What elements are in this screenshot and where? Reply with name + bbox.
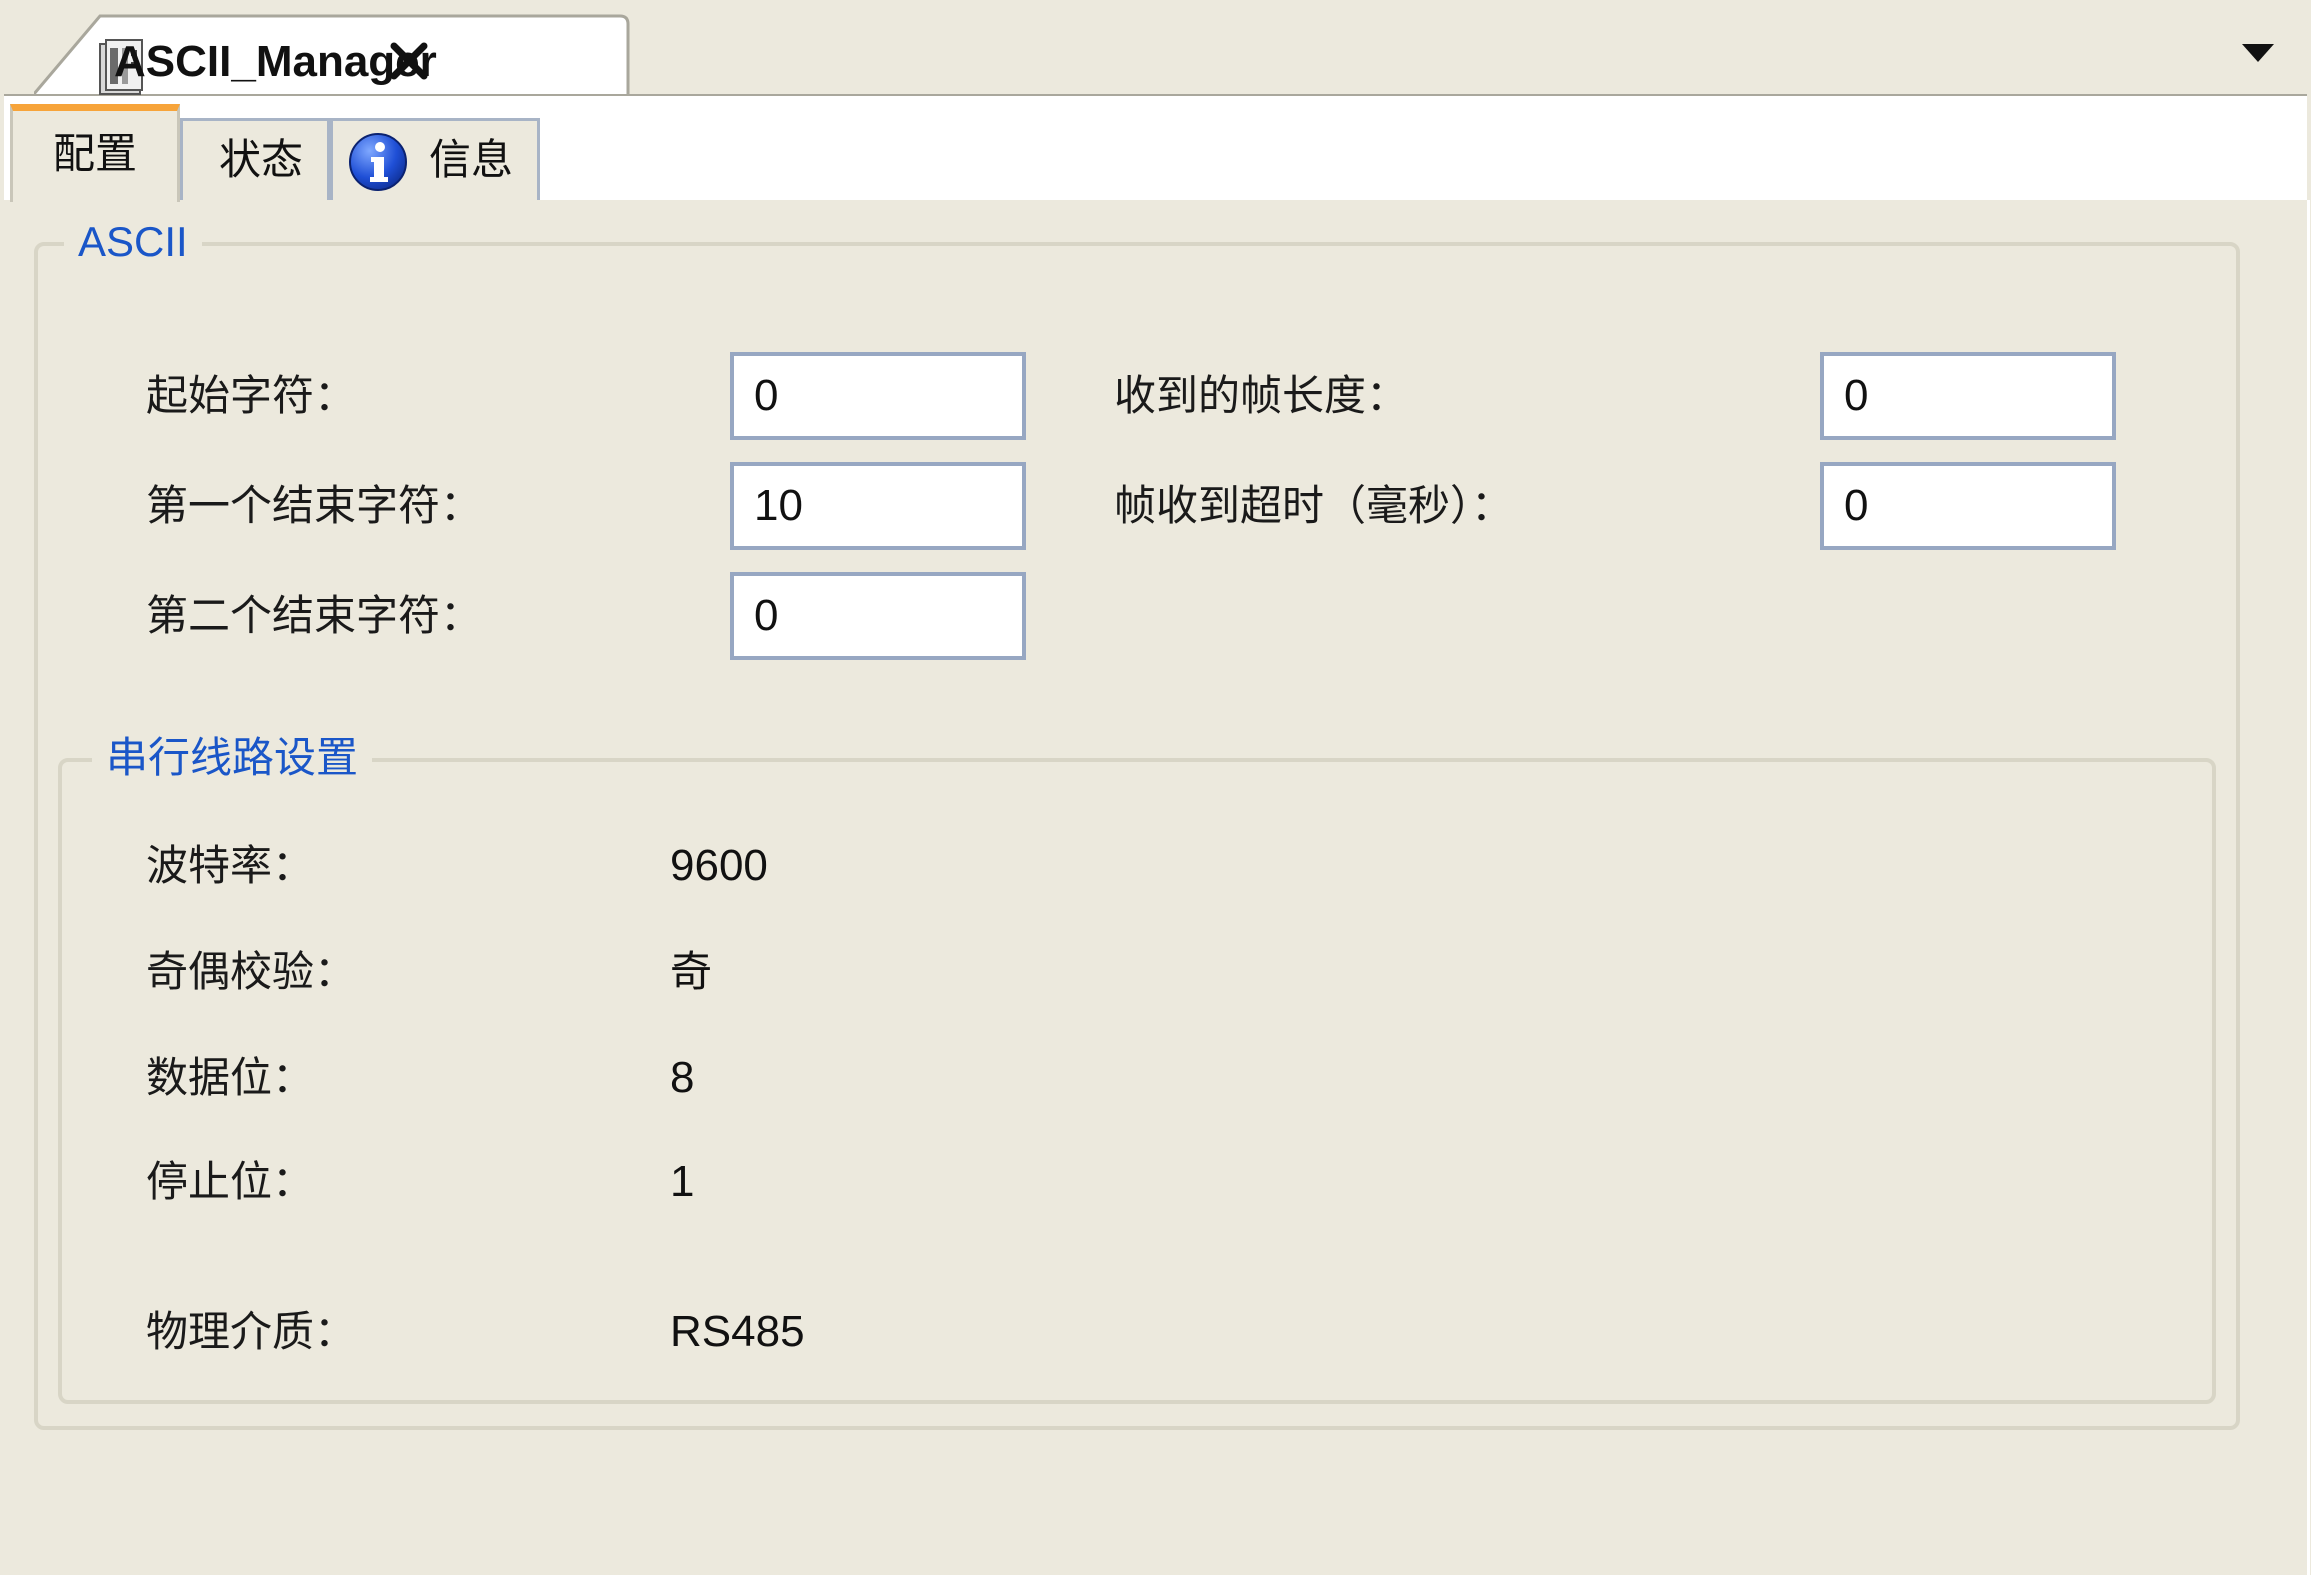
first-end-char-input[interactable] — [730, 462, 1026, 550]
data-bits-label: 数据位： — [146, 1053, 315, 1102]
stop-bits-value: 1 — [670, 1157, 695, 1206]
physical-medium-label: 物理介质： — [146, 1307, 357, 1356]
tab-status-label: 状态 — [219, 135, 304, 184]
document-tab[interactable]: ASCII_Manager — [34, 14, 630, 95]
frame-timeout-label: 帧收到超时（毫秒）： — [1114, 481, 1514, 530]
start-char-label: 起始字符： — [146, 371, 357, 420]
first-end-char-label: 第一个结束字符： — [146, 481, 483, 530]
second-end-char-input[interactable] — [730, 572, 1026, 660]
frame-timeout-input[interactable] — [1820, 462, 2116, 550]
tab-information[interactable]: 信息 — [330, 118, 540, 200]
frame-length-input[interactable] — [1820, 352, 2116, 440]
second-end-char-label: 第二个结束字符： — [146, 591, 483, 640]
start-char-input[interactable] — [730, 352, 1026, 440]
chevron-down-icon[interactable] — [2238, 40, 2278, 66]
ascii-group-title: ASCII — [64, 214, 202, 270]
editor-tab-strip: ASCII_Manager — [4, 0, 2307, 96]
data-bits-value: 8 — [670, 1053, 695, 1102]
configuration-panel: ASCII 起始字符： 第一个结束字符： 第二个结束字符： 收到的帧长度： 帧收… — [4, 200, 2310, 1575]
baud-rate-value: 9600 — [670, 841, 768, 890]
close-icon[interactable] — [382, 34, 436, 88]
info-icon — [349, 133, 407, 191]
serial-line-settings-group — [58, 758, 2216, 1404]
tab-information-label: 信息 — [429, 135, 514, 184]
stop-bits-label: 停止位： — [146, 1157, 315, 1206]
ascii-manager-editor: ASCII_Manager 配置 状态 信息 ASCII 起始字符： 0 第一个… — [0, 0, 2311, 1575]
physical-medium-value: RS485 — [670, 1307, 805, 1356]
parity-label: 奇偶校验： — [146, 947, 357, 996]
tab-configuration-label: 配置 — [53, 129, 138, 178]
editor-subtab-strip: 配置 状态 信息 — [4, 96, 2307, 203]
parity-value: 奇 — [670, 947, 713, 996]
tab-status[interactable]: 状态 — [180, 118, 330, 200]
baud-rate-label: 波特率： — [146, 841, 315, 890]
frame-length-label: 收到的帧长度： — [1114, 371, 1409, 420]
tab-configuration[interactable]: 配置 — [10, 104, 180, 202]
serial-line-settings-title: 串行线路设置 — [92, 730, 373, 786]
